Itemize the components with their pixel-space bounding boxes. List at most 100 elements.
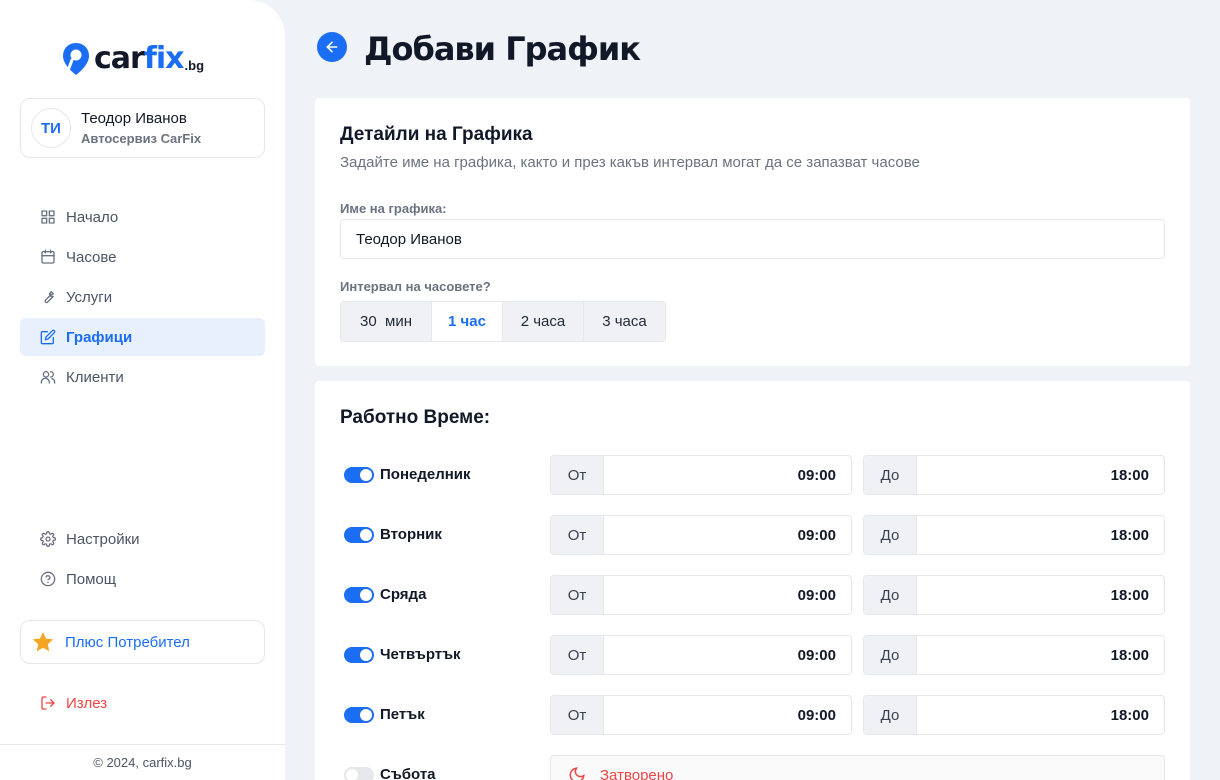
user-company: Автосервиз CarFix <box>81 131 202 146</box>
copyright: © 2024, carfix.bg <box>93 755 192 770</box>
avatar: ТИ <box>31 108 71 148</box>
interval-option-1h[interactable]: 1 час <box>432 302 503 341</box>
from-time-field[interactable]: От 09:00 <box>550 695 852 735</box>
location-pin-icon <box>63 43 89 75</box>
logout-icon <box>41 696 55 710</box>
sidebar-item-label: Настройки <box>66 530 140 548</box>
interval-option-3h[interactable]: 3 часа <box>584 302 665 341</box>
from-label: От <box>551 456 604 494</box>
sidebar-item-hours[interactable]: Часове <box>20 238 265 276</box>
to-time-field[interactable]: До 18:00 <box>863 575 1165 615</box>
sidebar-item-settings[interactable]: Настройки <box>20 520 265 558</box>
user-card[interactable]: ТИ Теодор Иванов Автосервиз CarFix <box>20 98 265 158</box>
plus-user-label: Плюс Потребител <box>65 633 190 651</box>
to-label: До <box>864 516 917 554</box>
from-time-field[interactable]: От 09:00 <box>550 455 852 495</box>
from-time-value: 09:00 <box>797 706 836 724</box>
carfix-logo[interactable]: carfix .bg <box>62 42 204 76</box>
from-time-value: 09:00 <box>797 646 836 664</box>
interval-label: Интервал на часовете? <box>340 279 491 294</box>
from-time-value: 09:00 <box>797 466 836 484</box>
sidebar-item-label: Графици <box>66 328 133 346</box>
to-label: До <box>864 636 917 674</box>
day-row-wednesday: Сряда От 09:00 До 18:00 <box>315 575 1190 615</box>
from-label: От <box>551 516 604 554</box>
working-hours-title: Работно Време: <box>340 407 491 428</box>
day-toggle[interactable] <box>344 707 374 723</box>
day-toggle[interactable] <box>344 587 374 603</box>
to-time-field[interactable]: До 18:00 <box>863 455 1165 495</box>
closed-indicator: Затворено <box>550 755 1165 780</box>
sidebar-item-clients[interactable]: Клиенти <box>20 358 265 396</box>
secondary-nav: Настройки Помощ <box>20 520 265 600</box>
schedule-name-label: Име на графика: <box>340 201 447 216</box>
day-row-thursday: Четвъртък От 09:00 До 18:00 <box>315 635 1190 675</box>
day-row-friday: Петък От 09:00 До 18:00 <box>315 695 1190 735</box>
closed-label: Затворено <box>600 766 674 780</box>
working-hours-card: Работно Време: Понеделник От 09:00 До 18… <box>315 381 1190 780</box>
sidebar: carfix .bg ТИ Теодор Иванов Автосервиз C… <box>0 0 285 780</box>
from-time-value: 09:00 <box>797 526 836 544</box>
to-time-field[interactable]: До 18:00 <box>863 515 1165 555</box>
from-time-field[interactable]: От 09:00 <box>550 575 852 615</box>
sidebar-item-label: Помощ <box>66 570 117 588</box>
day-name: Понеделник <box>380 466 471 483</box>
from-label: От <box>551 636 604 674</box>
logo-wordmark: carfix <box>94 41 185 76</box>
edit-icon <box>40 329 56 345</box>
details-title: Детайли на Графика <box>340 124 533 145</box>
day-toggle[interactable] <box>344 647 374 663</box>
moon-icon <box>569 767 585 780</box>
day-row-monday: Понеделник От 09:00 До 18:00 <box>315 455 1190 495</box>
schedule-name-input[interactable] <box>340 219 1165 259</box>
sidebar-item-label: Начало <box>66 208 119 226</box>
logo-fix-text: fix <box>143 41 185 76</box>
to-time-value: 18:00 <box>1110 706 1149 724</box>
day-row-saturday: Събота Затворено <box>315 755 1190 780</box>
calendar-icon <box>41 249 55 264</box>
sidebar-item-label: Услуги <box>66 288 113 306</box>
to-time-field[interactable]: До 18:00 <box>863 635 1165 675</box>
to-time-value: 18:00 <box>1110 586 1149 604</box>
day-toggle[interactable] <box>344 467 374 483</box>
from-time-field[interactable]: От 09:00 <box>550 635 852 675</box>
sidebar-item-schedules[interactable]: Графици <box>20 318 265 356</box>
day-name: Сряда <box>380 586 427 603</box>
footer-divider <box>0 744 285 745</box>
arrow-left-icon <box>326 41 338 53</box>
day-toggle[interactable] <box>344 767 374 780</box>
from-time-field[interactable]: От 09:00 <box>550 515 852 555</box>
day-toggle[interactable] <box>344 527 374 543</box>
back-button[interactable] <box>317 32 347 62</box>
logout-label: Излез <box>66 694 108 712</box>
day-row-tuesday: Вторник От 09:00 До 18:00 <box>315 515 1190 555</box>
from-label: От <box>551 696 604 734</box>
grid-icon <box>41 210 55 224</box>
to-time-value: 18:00 <box>1110 466 1149 484</box>
to-label: До <box>864 456 917 494</box>
interval-option-30min[interactable]: 30 мин <box>341 302 432 341</box>
sidebar-item-label: Клиенти <box>66 368 124 386</box>
interval-option-2h[interactable]: 2 часа <box>503 302 584 341</box>
day-name: Четвъртък <box>380 646 461 663</box>
user-info: Теодор Иванов Автосервиз CarFix <box>81 110 201 146</box>
plus-user-button[interactable]: Плюс Потребител <box>20 620 265 664</box>
gear-icon <box>40 531 56 547</box>
day-name: Петък <box>380 706 425 723</box>
user-name: Теодор Иванов <box>81 110 187 127</box>
day-name: Събота <box>380 766 436 780</box>
sidebar-item-home[interactable]: Начало <box>20 198 265 236</box>
wrench-icon <box>44 291 54 304</box>
logout-nav: Излез <box>20 684 265 724</box>
sidebar-item-label: Часове <box>66 248 117 266</box>
sidebar-item-services[interactable]: Услуги <box>20 278 265 316</box>
to-time-field[interactable]: До 18:00 <box>863 695 1165 735</box>
schedule-details-card: Детайли на Графика Задайте име на график… <box>315 98 1190 366</box>
logo-car-text: car <box>94 41 145 76</box>
interval-selector: 30 мин 1 час 2 часа 3 часа <box>340 301 666 342</box>
to-label: До <box>864 576 917 614</box>
main-nav: Начало Часове Услуги Графици Клиенти <box>20 198 265 398</box>
logout-button[interactable]: Излез <box>20 684 265 722</box>
to-label: До <box>864 696 917 734</box>
sidebar-item-help[interactable]: Помощ <box>20 560 265 598</box>
